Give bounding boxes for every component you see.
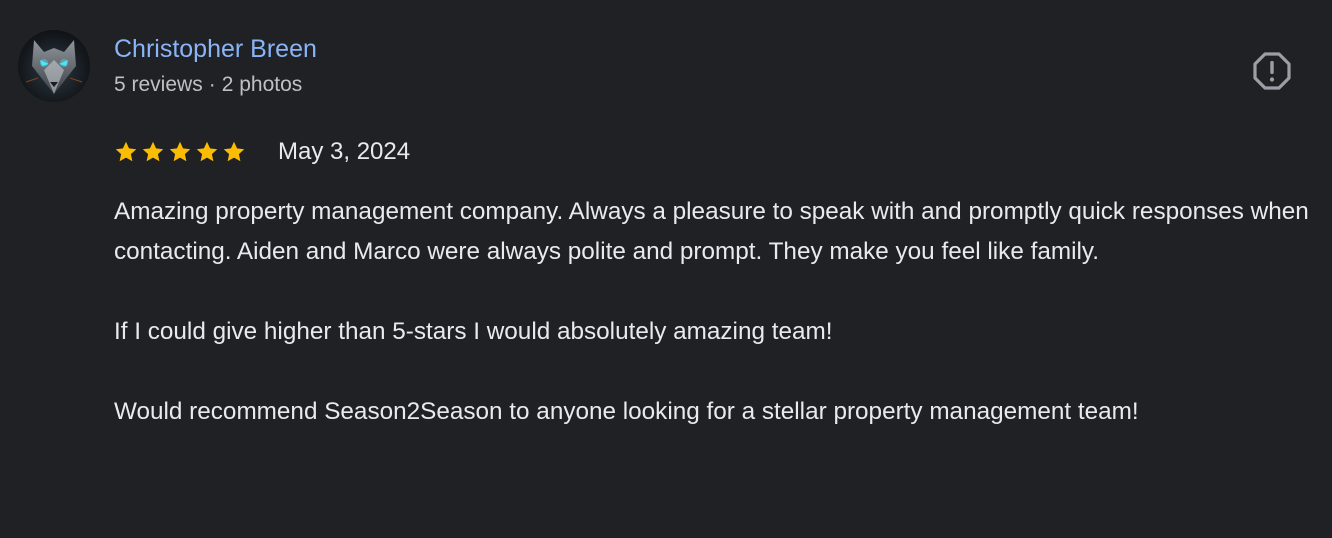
review-text: Amazing property management company. Alw… [114, 192, 1328, 432]
report-review-button[interactable] [1251, 50, 1293, 92]
photos-count: 2 photos [221, 73, 303, 96]
author-avatar[interactable] [18, 30, 90, 102]
author-name-link[interactable]: Christopher Breen [114, 33, 317, 65]
star-filled-icon [196, 141, 218, 162]
star-filled-icon [115, 141, 137, 162]
star-rating [114, 138, 246, 166]
wolf-avatar-icon [18, 30, 90, 102]
meta-separator: · [208, 73, 216, 96]
review-paragraph: Amazing property management company. Alw… [114, 198, 1309, 265]
star-filled-icon [142, 141, 164, 162]
review-card: Christopher Breen 5 reviews · 2 photos May… [0, 0, 1332, 538]
review-date: May 3, 2024 [278, 138, 411, 165]
review-paragraph: If I could give higher than 5-stars I wo… [114, 318, 833, 345]
author-meta: 5 reviews · 2 photos [114, 71, 302, 99]
reviews-count: 5 reviews [114, 73, 203, 96]
star-filled-icon [169, 141, 191, 162]
star-filled-icon [223, 141, 245, 162]
flag-report-icon [1253, 52, 1291, 90]
review-paragraph: Would recommend Season2Season to anyone … [114, 398, 1139, 425]
